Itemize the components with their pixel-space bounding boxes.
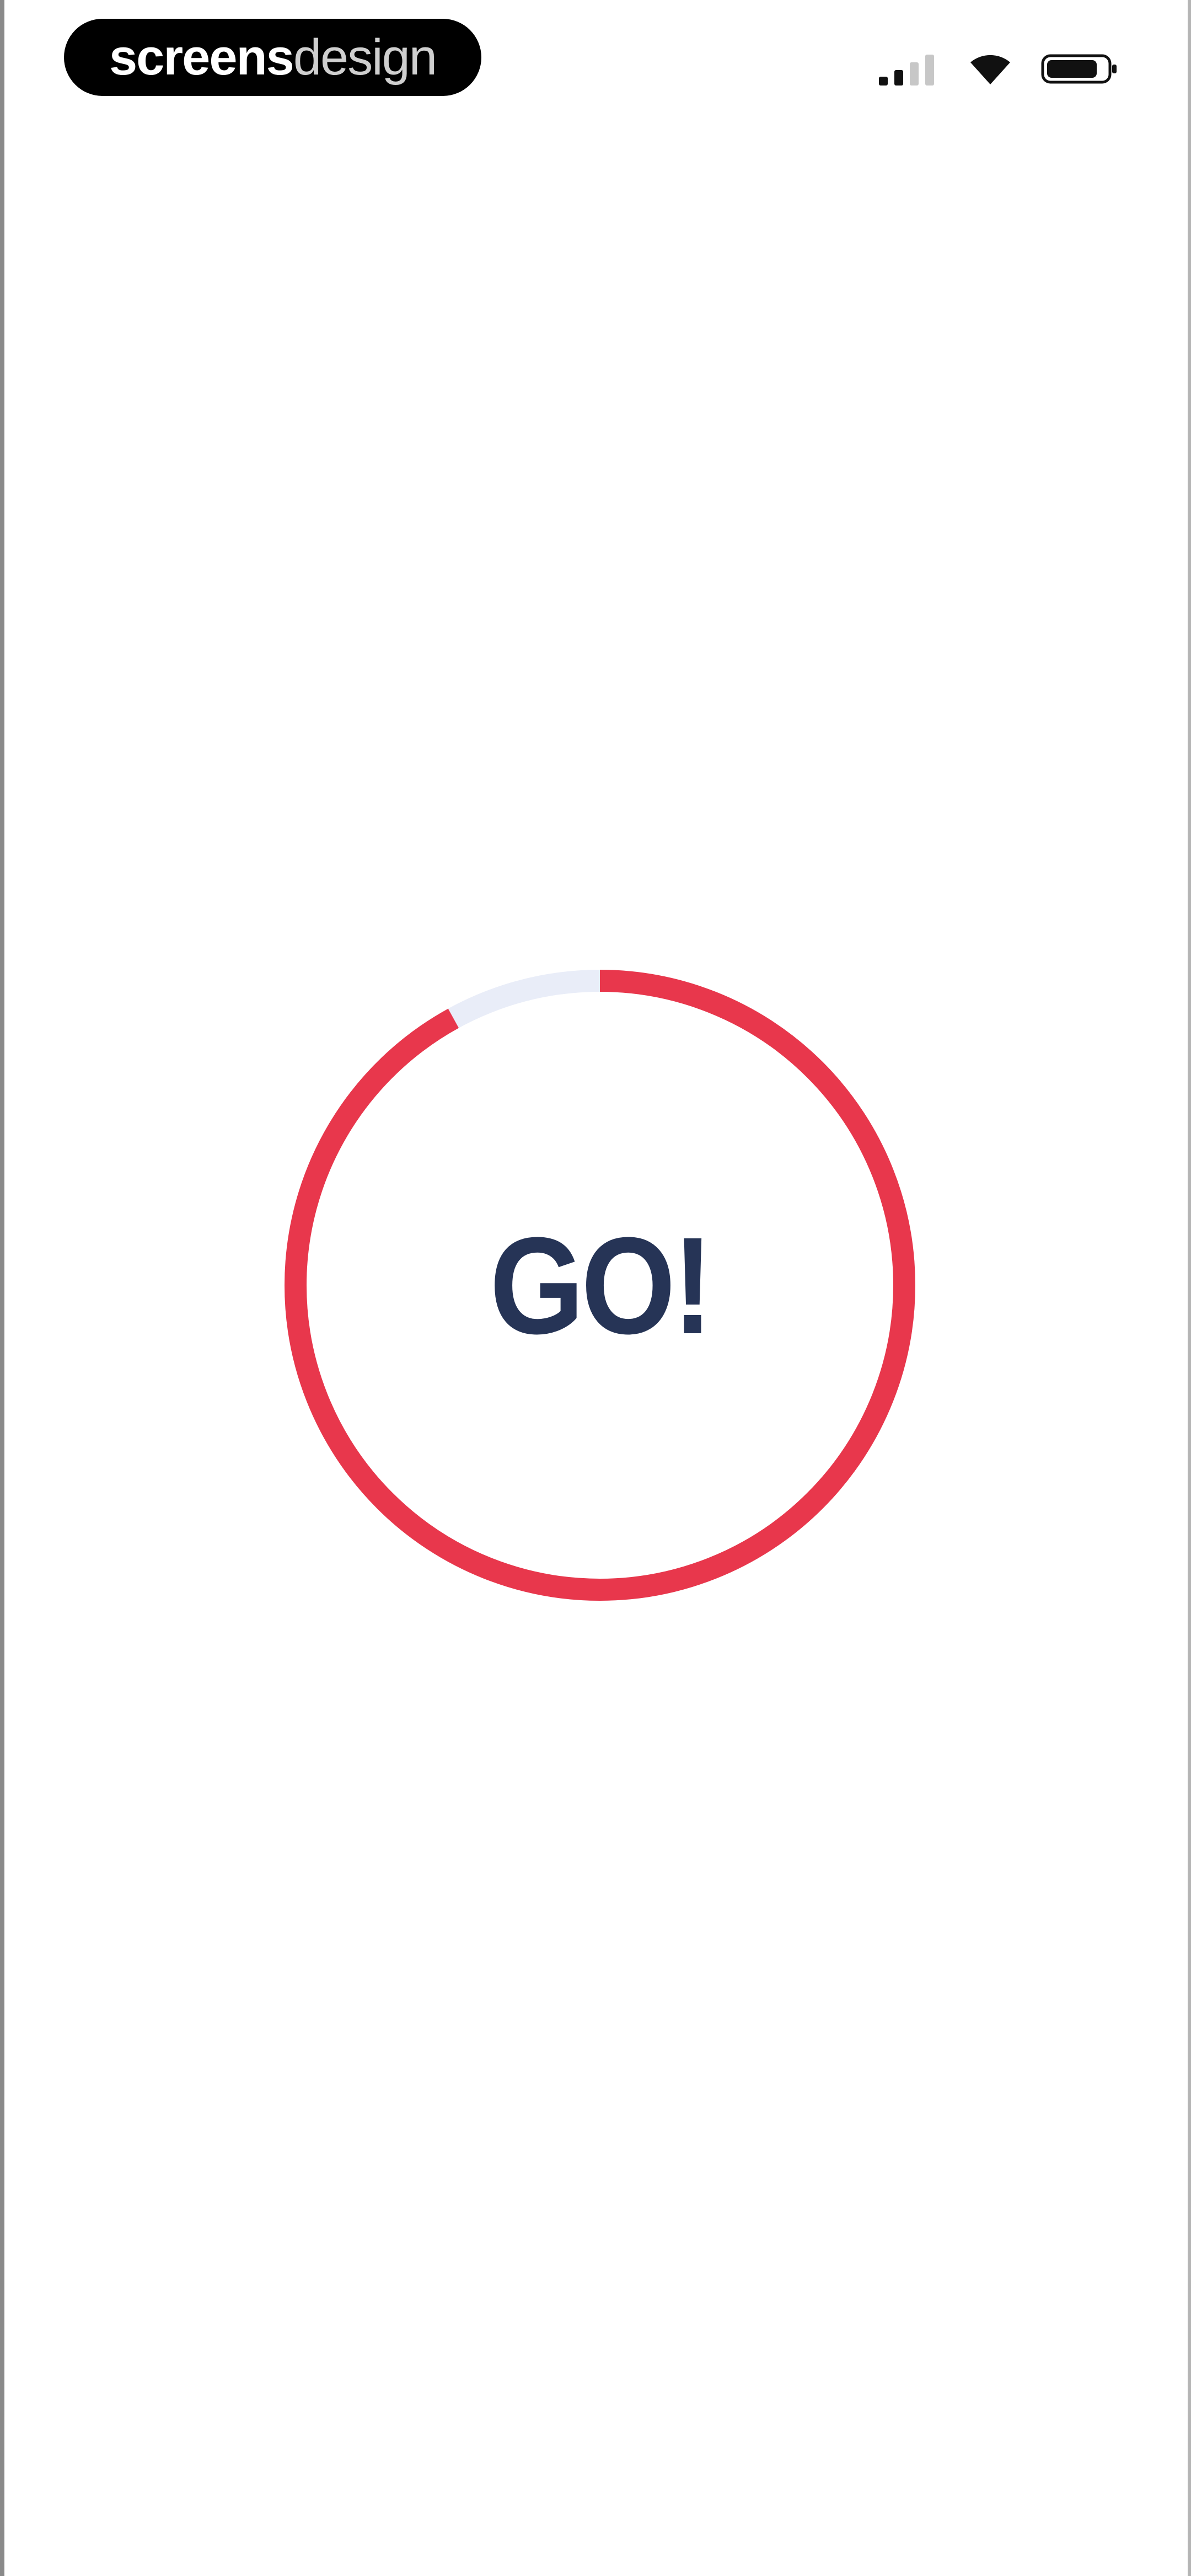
phone-screen: screens design GO!	[0, 0, 1191, 2576]
signal-icon	[879, 55, 934, 85]
brand-name-light: design	[293, 29, 437, 85]
status-bar: screens design	[4, 0, 1191, 121]
battery-icon	[1041, 54, 1117, 84]
countdown-timer: GO!	[283, 968, 917, 1602]
brand-name-strong: screens	[109, 29, 294, 85]
brand-badge: screens design	[64, 19, 481, 96]
status-icons	[879, 44, 1118, 94]
wifi-icon	[970, 55, 1010, 84]
countdown-label: GO!	[490, 1208, 713, 1362]
